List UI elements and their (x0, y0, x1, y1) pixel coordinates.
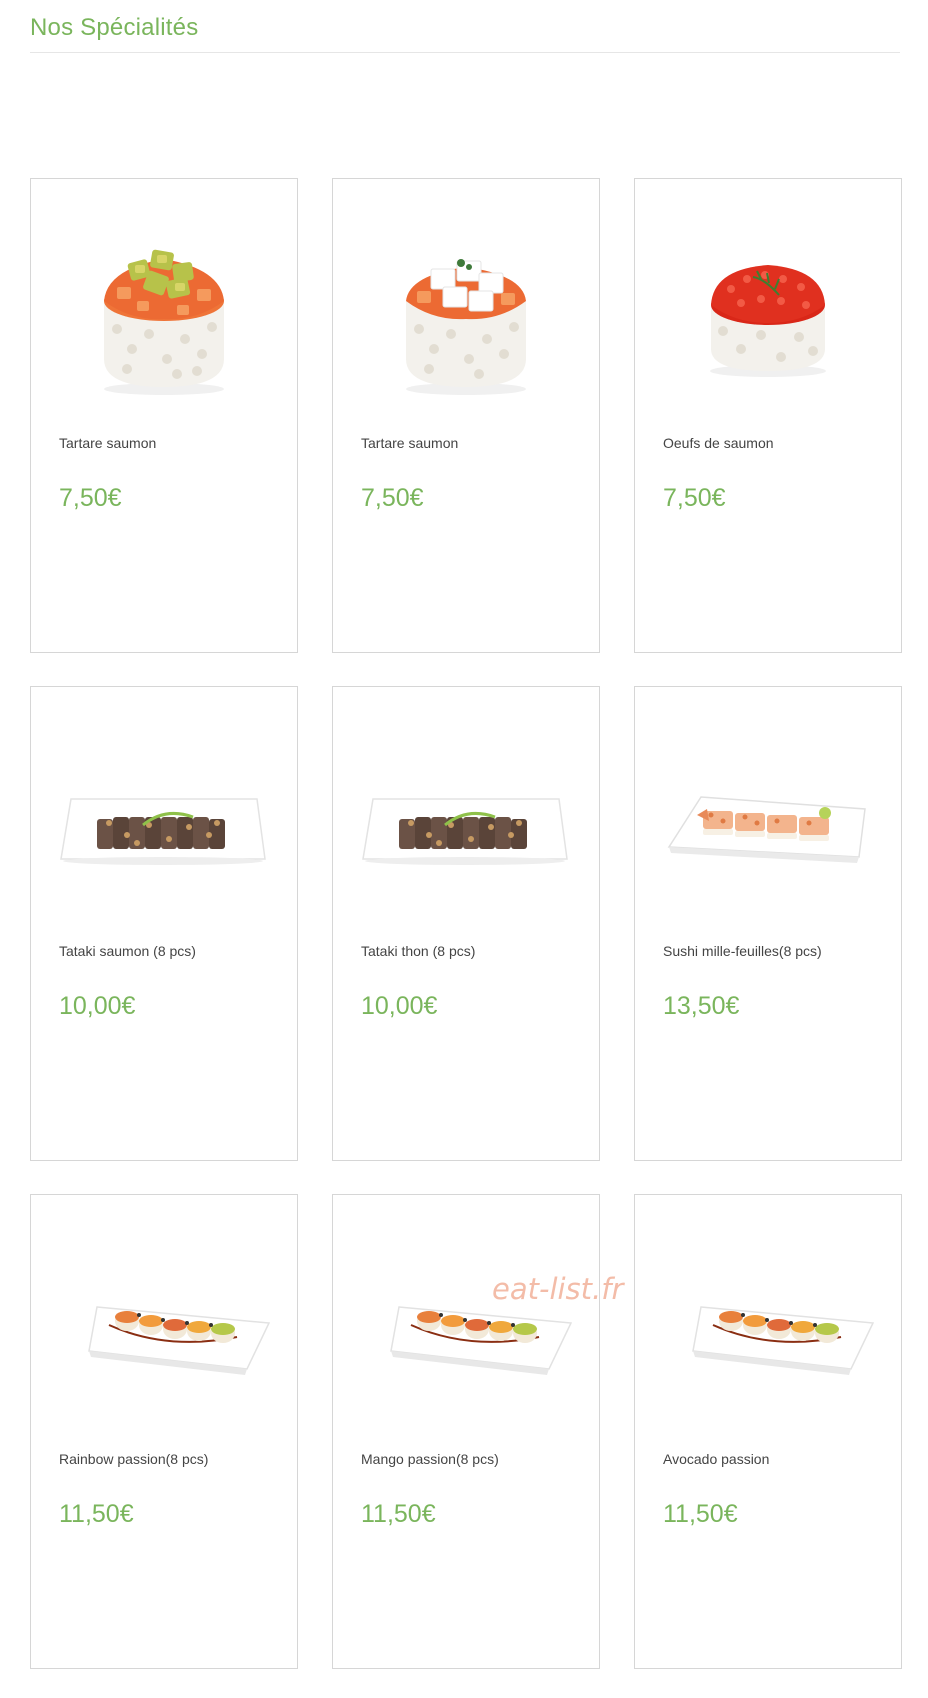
product-name: Sushi mille-feuilles(8 pcs) (663, 943, 822, 959)
tataki-plate-image[interactable] (359, 717, 573, 917)
product-card[interactable]: Mango passion(8 pcs) 11,50€ (332, 1194, 600, 1669)
section-title: Nos Spécialités (30, 14, 199, 41)
salmon-roe-image[interactable] (661, 209, 875, 409)
product-price: 10,00€ (361, 992, 438, 1020)
product-name: Tataki saumon (8 pcs) (59, 943, 196, 959)
watermark: eat-list.fr (492, 1272, 624, 1306)
product-card[interactable]: Avocado passion 11,50€ (634, 1194, 902, 1669)
product-price: 11,50€ (59, 1500, 134, 1528)
roll-plate-image[interactable] (661, 1225, 875, 1425)
product-name: Avocado passion (663, 1451, 770, 1467)
product-card[interactable]: Tataki saumon (8 pcs) 10,00€ (30, 686, 298, 1161)
product-card[interactable]: Tataki thon (8 pcs) 10,00€ (332, 686, 600, 1161)
product-price: 7,50€ (59, 484, 122, 512)
tartare-cheese-image[interactable] (359, 209, 573, 409)
product-price: 10,00€ (59, 992, 136, 1020)
product-name: Mango passion(8 pcs) (361, 1451, 499, 1467)
product-card[interactable]: Rainbow passion(8 pcs) 11,50€ (30, 1194, 298, 1669)
product-price: 13,50€ (663, 992, 740, 1020)
product-name: Oeufs de saumon (663, 435, 774, 451)
product-name: Tartare saumon (361, 435, 459, 451)
product-card[interactable]: Oeufs de saumon 7,50€ (634, 178, 902, 653)
roll-plate-image[interactable] (359, 1225, 573, 1425)
product-card[interactable]: Tartare saumon 7,50€ (332, 178, 600, 653)
product-name: Tartare saumon (59, 435, 157, 451)
product-name: Tataki thon (8 pcs) (361, 943, 476, 959)
roll-plate-image[interactable] (57, 1225, 271, 1425)
tartare-avocado-image[interactable] (57, 209, 271, 409)
product-price: 7,50€ (361, 484, 424, 512)
product-card[interactable]: Tartare saumon 7,50€ (30, 178, 298, 653)
title-divider (30, 52, 900, 53)
product-card[interactable]: Sushi mille-feuilles(8 pcs) 13,50€ (634, 686, 902, 1161)
product-price: 11,50€ (663, 1500, 738, 1528)
tataki-plate-image[interactable] (57, 717, 271, 917)
product-price: 11,50€ (361, 1500, 436, 1528)
product-price: 7,50€ (663, 484, 726, 512)
millefeuille-plate-image[interactable] (661, 717, 875, 917)
product-name: Rainbow passion(8 pcs) (59, 1451, 209, 1467)
